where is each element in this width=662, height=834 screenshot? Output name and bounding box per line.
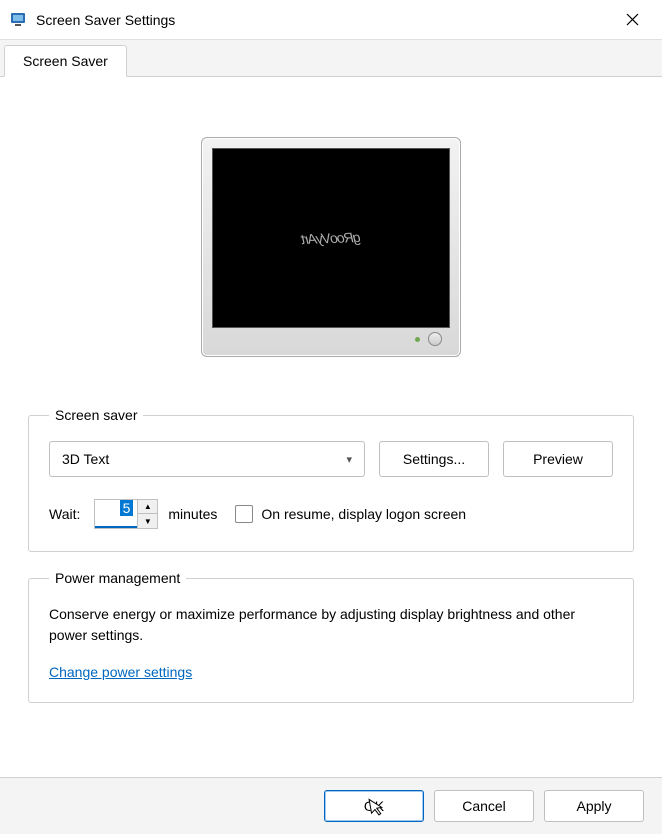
ok-button[interactable]: OK xyxy=(324,790,424,822)
dialog-footer: OK Cancel Apply xyxy=(0,777,662,834)
power-group: Power management Conserve energy or maxi… xyxy=(28,570,634,703)
preview-text: gRooVyArt xyxy=(302,229,361,247)
chevron-down-icon: ▾ xyxy=(346,453,352,466)
wait-input[interactable]: 5 xyxy=(95,500,137,528)
spinner-down[interactable]: ▼ xyxy=(138,514,157,528)
screensaver-dropdown[interactable]: 3D Text ▾ xyxy=(49,441,365,477)
screensaver-group-label: Screen saver xyxy=(49,407,143,423)
preview-screen: gRooVyArt xyxy=(212,148,450,328)
preview-monitor: gRooVyArt xyxy=(201,137,461,357)
power-group-label: Power management xyxy=(49,570,186,586)
monitor-base xyxy=(212,328,450,350)
resume-checkbox[interactable] xyxy=(235,505,253,523)
cancel-button[interactable]: Cancel xyxy=(434,790,534,822)
wait-spinner[interactable]: 5 ▲ ▼ xyxy=(94,499,158,529)
app-icon xyxy=(10,11,28,29)
apply-button[interactable]: Apply xyxy=(544,790,644,822)
spinner-up[interactable]: ▲ xyxy=(138,500,157,514)
titlebar: Screen Saver Settings xyxy=(0,0,662,40)
settings-button[interactable]: Settings... xyxy=(379,441,489,477)
resume-checkbox-label: On resume, display logon screen xyxy=(261,506,466,522)
preview-button[interactable]: Preview xyxy=(503,441,613,477)
window-title: Screen Saver Settings xyxy=(36,12,612,28)
close-icon xyxy=(626,13,639,26)
close-button[interactable] xyxy=(612,0,652,40)
preview-monitor-area: gRooVyArt xyxy=(28,97,634,407)
tab-screen-saver[interactable]: Screen Saver xyxy=(4,45,127,77)
dropdown-value: 3D Text xyxy=(62,451,109,467)
power-led-icon xyxy=(415,337,420,342)
power-description: Conserve energy or maximize performance … xyxy=(49,604,613,646)
wait-label: Wait: xyxy=(49,506,80,522)
wait-unit: minutes xyxy=(168,506,217,522)
monitor-power-icon xyxy=(428,332,442,346)
tab-bar: Screen Saver xyxy=(0,40,662,77)
change-power-settings-link[interactable]: Change power settings xyxy=(49,664,192,680)
screensaver-group: Screen saver 3D Text ▾ Settings... Previ… xyxy=(28,407,634,552)
